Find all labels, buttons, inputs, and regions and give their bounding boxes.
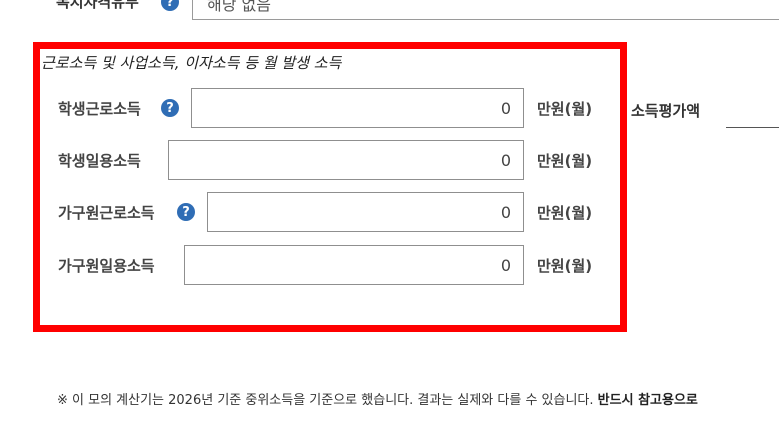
household-daily-income-input[interactable]: 0 bbox=[184, 245, 524, 285]
student-daily-income-label: 학생일용소득 bbox=[58, 152, 141, 170]
disclaimer-text: ※ 이 모의 계산기는 2026년 기준 중위소득을 기준으로 했습니다. 결과… bbox=[57, 393, 594, 408]
household-daily-income-unit: 만원(월) bbox=[537, 257, 593, 275]
household-earned-income-input[interactable]: 0 bbox=[207, 192, 524, 232]
student-daily-income-unit: 만원(월) bbox=[537, 152, 593, 170]
student-daily-income-value: 0 bbox=[500, 150, 511, 170]
household-daily-income-label: 가구원일용소득 bbox=[58, 257, 155, 275]
question-help-icon[interactable]: ? bbox=[161, 0, 179, 11]
income-evaluation-value-line bbox=[726, 127, 779, 128]
student-daily-income-input[interactable]: 0 bbox=[168, 140, 524, 180]
disclaimer-note: ※ 이 모의 계산기는 2026년 기준 중위소득을 기준으로 했습니다. 결과… bbox=[57, 389, 698, 408]
monthly-income-section-highlight bbox=[33, 42, 627, 332]
monthly-income-section-title: 근로소득 및 사업소득, 이자소득 등 월 발생 소득 bbox=[41, 54, 342, 72]
disclaimer-bold-text: 반드시 참고용으로 bbox=[597, 393, 698, 408]
student-earned-income-input[interactable]: 0 bbox=[191, 88, 524, 128]
student-earned-income-label: 학생근로소득 bbox=[58, 100, 141, 118]
student-earned-income-value: 0 bbox=[500, 98, 511, 118]
welfare-eligibility-select[interactable] bbox=[192, 0, 779, 20]
student-earned-income-unit: 만원(월) bbox=[537, 100, 593, 118]
household-earned-income-value: 0 bbox=[500, 202, 511, 222]
household-daily-income-value: 0 bbox=[500, 255, 511, 275]
question-help-icon[interactable]: ? bbox=[161, 99, 179, 117]
question-help-icon[interactable]: ? bbox=[177, 203, 195, 221]
welfare-eligibility-label: 복지자격유무 bbox=[56, 0, 139, 11]
income-evaluation-label: 소득평가액 bbox=[631, 102, 701, 120]
welfare-eligibility-select-value: 해당 없음 bbox=[207, 0, 271, 14]
household-earned-income-label: 가구원근로소득 bbox=[58, 204, 155, 222]
household-earned-income-unit: 만원(월) bbox=[537, 204, 593, 222]
